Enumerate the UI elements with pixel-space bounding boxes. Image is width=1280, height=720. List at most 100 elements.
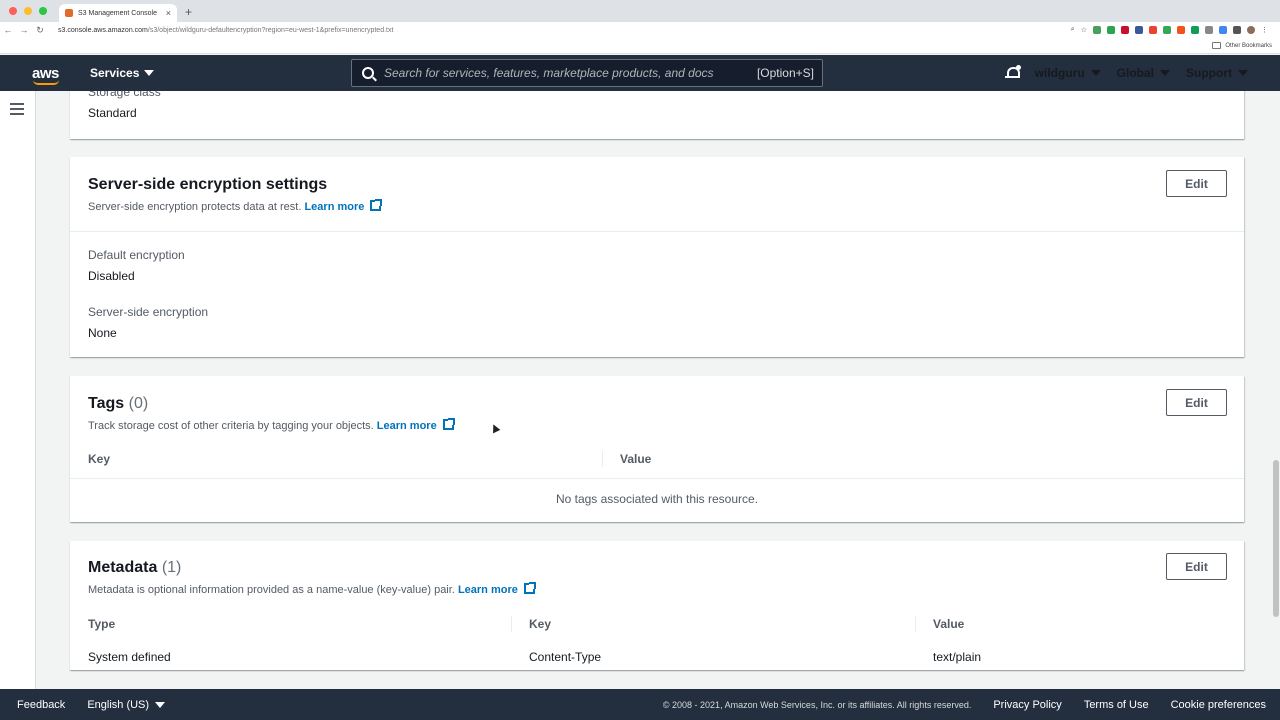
services-menu[interactable]: Services <box>90 66 155 80</box>
browser-tab[interactable]: S3 Management Console × <box>59 4 177 22</box>
tags-edit-button[interactable]: Edit <box>1166 389 1227 416</box>
sse-value: None <box>88 326 117 340</box>
url-host: s3.console.aws.amazon.com <box>58 26 148 34</box>
support-label: Support <box>1186 66 1232 80</box>
account-menu[interactable]: wildguru <box>1035 66 1101 80</box>
scrollbar-thumb[interactable] <box>1273 460 1279 617</box>
minimize-window-button[interactable] <box>24 7 32 15</box>
caret-down-icon <box>1090 70 1101 76</box>
page-scrollbar[interactable] <box>1272 91 1280 689</box>
search-placeholder: Search for services, features, marketpla… <box>384 66 714 80</box>
notification-badge <box>1015 65 1021 70</box>
browser-toolbar: ← → ↻ s3.console.aws.amazon.com/s3/objec… <box>0 22 1280 38</box>
extension-icon[interactable] <box>1219 26 1227 34</box>
properties-panel: Storage class Standard <box>70 91 1244 139</box>
caret-down-icon <box>1238 70 1248 76</box>
notifications-bell-icon[interactable] <box>1004 65 1021 80</box>
column-header-key[interactable]: Key <box>511 604 915 644</box>
region-label: Global <box>1116 66 1154 80</box>
aws-logo-text: aws <box>32 64 59 82</box>
metadata-table-header: Type Key Value <box>70 604 1244 644</box>
window-controls <box>0 7 55 22</box>
column-header-type[interactable]: Type <box>70 604 511 644</box>
extension-icon[interactable] <box>1205 26 1213 34</box>
column-header-value[interactable]: Value <box>602 439 1244 478</box>
external-link-icon[interactable] <box>523 582 536 594</box>
forward-arrow-icon[interactable]: → <box>16 25 32 35</box>
region-menu[interactable]: Global <box>1117 66 1170 80</box>
s3-favicon-icon <box>65 9 73 17</box>
external-link-icon[interactable] <box>370 199 383 211</box>
search-input[interactable]: Search for services, features, marketpla… <box>351 59 823 87</box>
metadata-learn-more-link[interactable]: Learn more <box>458 584 518 596</box>
caret-down-icon <box>1160 70 1170 76</box>
copyright-text: © 2008 - 2021, Amazon Web Services, Inc.… <box>662 699 972 710</box>
profile-avatar-icon[interactable] <box>1247 26 1255 34</box>
metadata-panel: Metadata (1) Metadata is optional inform… <box>70 541 1244 670</box>
divider <box>70 231 1244 232</box>
default-encryption-field: Default encryption Disabled <box>88 248 185 283</box>
nav-right: wildguru Global Support <box>1004 55 1248 91</box>
extension-icon[interactable] <box>1149 26 1157 34</box>
column-header-value[interactable]: Value <box>915 604 1244 644</box>
tags-learn-more-link[interactable]: Learn more <box>377 420 437 432</box>
tab-title: S3 Management Console <box>78 9 157 17</box>
bookmark-star-icon[interactable]: ☆ <box>1081 26 1087 34</box>
console-footer: Feedback English (US) © 2008 - 2021, Ama… <box>0 689 1280 720</box>
terms-of-use-link[interactable]: Terms of Use <box>1084 699 1149 711</box>
maximize-window-button[interactable] <box>39 7 47 15</box>
close-tab-icon[interactable]: × <box>166 8 171 18</box>
encryption-description: Server-side encryption protects data at … <box>88 199 383 213</box>
default-encryption-label: Default encryption <box>88 248 185 262</box>
side-nav-rail <box>0 91 36 689</box>
tags-header: Tags (0) Track storage cost of other cri… <box>88 395 455 432</box>
aws-logo[interactable]: aws <box>32 64 62 85</box>
close-window-button[interactable] <box>9 7 17 15</box>
new-tab-button[interactable]: + <box>177 5 200 22</box>
encryption-learn-more-link[interactable]: Learn more <box>304 201 364 213</box>
extension-icon[interactable] <box>1107 26 1115 34</box>
metadata-edit-button[interactable]: Edit <box>1166 553 1227 580</box>
zoom-icon[interactable]: ⌕ <box>1071 26 1075 34</box>
tags-title: Tags (0) <box>88 395 454 413</box>
cookie-preferences-link[interactable]: Cookie preferences <box>1171 699 1266 711</box>
extension-icon[interactable] <box>1191 26 1199 34</box>
external-link-icon[interactable] <box>442 418 455 430</box>
aws-smile-icon <box>33 80 59 85</box>
back-arrow-icon[interactable]: ← <box>0 25 16 35</box>
extension-icon[interactable] <box>1121 26 1129 34</box>
tags-table-header: Key Value <box>70 439 1244 479</box>
language-selector[interactable]: English (US) <box>87 699 166 711</box>
hamburger-menu-icon[interactable] <box>10 103 24 118</box>
table-row: System defined Content-Type text/plain <box>70 644 1244 670</box>
browser-menu-icon[interactable]: ⋮ <box>1261 26 1268 34</box>
browser-tab-strip: S3 Management Console × + <box>0 0 1280 22</box>
other-bookmarks[interactable]: Other Bookmarks <box>1225 43 1272 49</box>
search-shortcut: [Option+S] <box>756 66 814 80</box>
metadata-title: Metadata (1) <box>88 559 535 577</box>
address-bar[interactable]: s3.console.aws.amazon.com/s3/object/wild… <box>58 27 1071 34</box>
encryption-panel: Server-side encryption settings Server-s… <box>70 157 1244 357</box>
column-header-key[interactable]: Key <box>70 439 602 478</box>
feedback-link[interactable]: Feedback <box>17 699 65 711</box>
support-menu[interactable]: Support <box>1186 66 1248 80</box>
extension-icon[interactable] <box>1093 26 1101 34</box>
caret-down-icon <box>155 701 166 708</box>
tags-description-text: Track storage cost of other criteria by … <box>88 420 374 432</box>
metadata-key-cell: Content-Type <box>529 650 602 664</box>
metadata-description-text: Metadata is optional information provide… <box>88 584 455 596</box>
encryption-description-text: Server-side encryption protects data at … <box>88 201 302 213</box>
extension-icon[interactable] <box>1177 26 1185 34</box>
reload-icon[interactable]: ↻ <box>32 25 48 36</box>
metadata-title-text: Metadata <box>88 559 158 576</box>
metadata-count: (1) <box>161 559 182 576</box>
encryption-header: Server-side encryption settings Server-s… <box>88 176 383 213</box>
extension-icon[interactable] <box>1233 26 1241 34</box>
url-path: /s3/object/wildguru-defaultencryption?re… <box>147 26 394 34</box>
extension-icon[interactable] <box>1135 26 1143 34</box>
encryption-edit-button[interactable]: Edit <box>1166 170 1227 197</box>
privacy-policy-link[interactable]: Privacy Policy <box>993 699 1061 711</box>
extension-icon[interactable] <box>1163 26 1171 34</box>
footer-right: © 2008 - 2021, Amazon Web Services, Inc.… <box>663 699 1266 711</box>
sse-label: Server-side encryption <box>88 305 209 319</box>
